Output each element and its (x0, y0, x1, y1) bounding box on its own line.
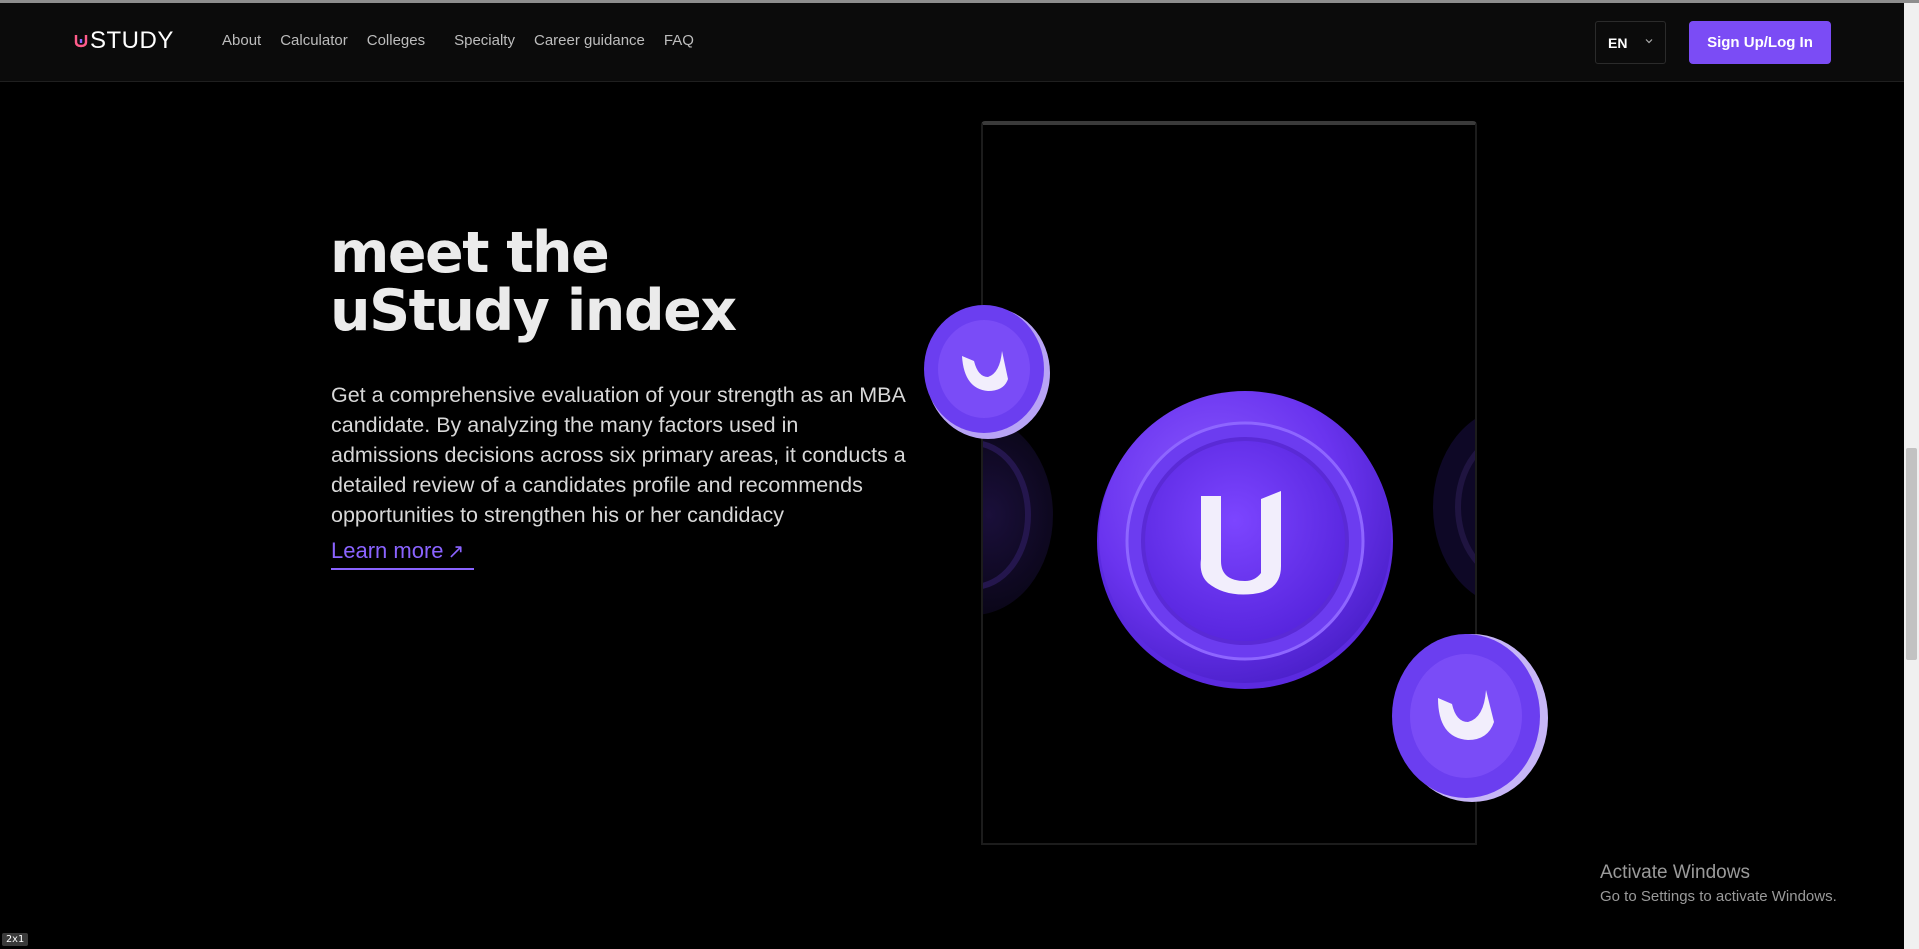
nav-career-guidance[interactable]: Career guidance (534, 32, 645, 49)
main-nav: About Calculator Colleges Specialty Care… (222, 32, 713, 49)
arrow-up-right-icon: ↗ (447, 541, 465, 563)
windows-activation-watermark: Activate Windows Go to Settings to activ… (1600, 862, 1837, 905)
corner-badge: 2x1 (2, 933, 29, 946)
nav-colleges[interactable]: Colleges (367, 32, 425, 49)
learn-more-label: Learn more (331, 538, 444, 563)
language-select[interactable]: EN (1595, 21, 1666, 64)
language-value: EN (1608, 34, 1628, 51)
faded-coin-left (983, 415, 1053, 615)
logo[interactable]: STUDY (74, 27, 174, 55)
chevron-down-icon (1645, 39, 1653, 44)
coin-large (1097, 391, 1393, 689)
nav-faq[interactable]: FAQ (664, 32, 694, 49)
watermark-line-1: Activate Windows (1600, 862, 1750, 883)
hero-title-line-2: uStudy index (330, 278, 737, 344)
logo-text: STUDY (90, 27, 174, 54)
ustudy-logo-icon (74, 35, 88, 48)
hero-title-line-1: meet the (330, 220, 610, 286)
learn-more-link[interactable]: Learn more ↗ (331, 538, 475, 570)
signup-login-button[interactable]: Sign Up/Log In (1689, 21, 1831, 64)
nav-about[interactable]: About (222, 32, 261, 49)
hero-description: Get a comprehensive evaluation of your s… (331, 383, 906, 527)
coin-small-top (924, 305, 1050, 439)
site-header: STUDY About Calculator Colleges Specialt… (0, 3, 1904, 82)
hero-title: meet the uStudy index (330, 220, 737, 344)
nav-calculator[interactable]: Calculator (280, 32, 348, 49)
nav-specialty[interactable]: Specialty (454, 32, 515, 49)
faded-coin-right (1433, 419, 1475, 595)
coin-small-bottom (1392, 634, 1548, 802)
watermark-line-2: Go to Settings to activate Windows. (1600, 888, 1837, 905)
scrollbar-thumb[interactable] (1906, 448, 1917, 660)
